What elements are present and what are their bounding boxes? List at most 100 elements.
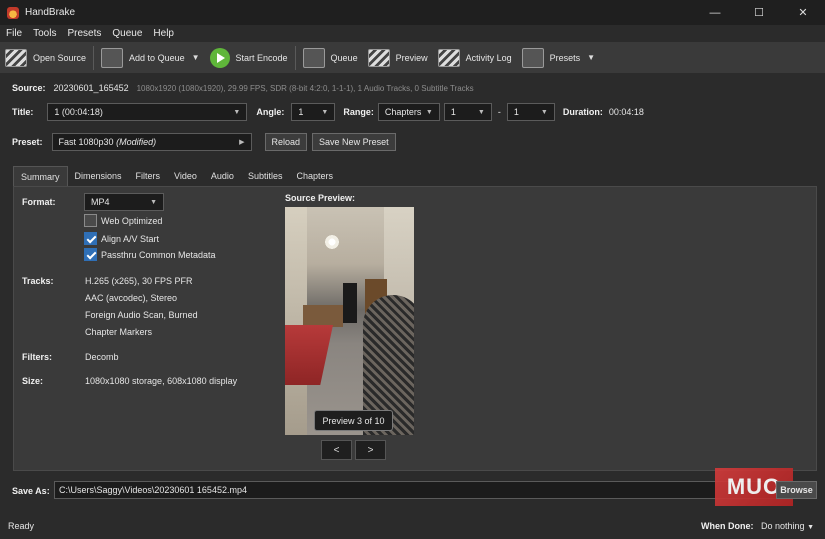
- tab-bar: Summary Dimensions Filters Video Audio S…: [13, 166, 340, 186]
- close-icon[interactable]: ✕: [781, 0, 825, 25]
- size-label: Size:: [22, 376, 44, 386]
- play-icon: [209, 47, 230, 68]
- track-audio: AAC (avcodec), Stereo: [85, 293, 178, 303]
- chevron-down-icon: ▼: [425, 108, 433, 116]
- preset-select-value: Fast 1080p30 (Modified): [59, 137, 157, 147]
- window-controls: — ☐ ✕: [693, 0, 825, 25]
- preview-button[interactable]: Preview: [363, 42, 433, 73]
- range-start-select[interactable]: 1 ▼: [443, 103, 492, 121]
- status-bar: Ready When Done: Do nothing ▼: [0, 513, 825, 539]
- menu-presets[interactable]: Presets: [67, 28, 101, 39]
- when-done-label: When Done:: [701, 521, 754, 531]
- passthru-metadata-checkbox[interactable]: Passthru Common Metadata: [84, 248, 216, 261]
- queue-icon: [302, 47, 325, 68]
- tab-audio[interactable]: Audio: [204, 166, 241, 186]
- preview-film-icon: [367, 48, 390, 67]
- preset-modified: (Modified): [116, 137, 157, 147]
- save-new-preset-button[interactable]: Save New Preset: [312, 133, 396, 151]
- range-mode-select[interactable]: Chapters ▼: [377, 103, 440, 121]
- duration-label: Duration:: [562, 107, 603, 117]
- preset-label: Preset:: [12, 137, 43, 147]
- next-preview-button[interactable]: >: [355, 440, 386, 460]
- align-av-checkbox[interactable]: Align A/V Start: [84, 232, 159, 245]
- chevron-down-icon[interactable]: ▼: [192, 53, 200, 62]
- passthru-metadata-label: Passthru Common Metadata: [101, 249, 216, 260]
- duration-value: 00:04:18: [608, 107, 644, 117]
- menu-help[interactable]: Help: [153, 28, 174, 39]
- activity-log-button[interactable]: Activity Log: [433, 42, 517, 73]
- reload-button[interactable]: Reload: [264, 133, 308, 151]
- preset-select[interactable]: Fast 1080p30 (Modified) ▶: [51, 133, 252, 151]
- format-label: Format:: [22, 197, 56, 207]
- source-info: 1080x1920 (1080x1920), 29.99 FPS, SDR (8…: [136, 83, 474, 93]
- browse-button[interactable]: Browse: [776, 481, 817, 499]
- tab-summary[interactable]: Summary: [13, 166, 68, 186]
- source-name: 20230601_165452: [53, 83, 129, 93]
- open-source-button[interactable]: Open Source: [0, 42, 91, 73]
- tab-filters[interactable]: Filters: [129, 166, 168, 186]
- menu-queue[interactable]: Queue: [112, 28, 142, 39]
- save-path-input[interactable]: C:\Users\Saggy\Videos\20230601 165452.mp…: [54, 481, 780, 499]
- range-end-select[interactable]: 1 ▼: [506, 103, 555, 121]
- range-end-value: 1: [513, 107, 519, 117]
- chevron-right-icon: ▶: [239, 139, 245, 146]
- maximize-icon[interactable]: ☐: [737, 0, 781, 25]
- checkbox-checked-icon: [84, 248, 97, 261]
- preview-label: Preview: [395, 52, 428, 63]
- tab-subtitles[interactable]: Subtitles: [241, 166, 290, 186]
- queue-button[interactable]: Queue: [298, 42, 363, 73]
- open-source-label: Open Source: [33, 52, 87, 63]
- tab-chapters[interactable]: Chapters: [289, 166, 340, 186]
- format-select-value: MP4: [91, 197, 110, 207]
- range-mode-value: Chapters: [384, 107, 422, 117]
- web-optimized-checkbox[interactable]: Web Optimized: [84, 214, 162, 227]
- presets-button[interactable]: Presets ▼: [517, 42, 600, 73]
- title-select-value: 1 (00:04:18): [54, 107, 103, 117]
- handbrake-logo-icon: [7, 6, 19, 19]
- tab-video[interactable]: Video: [167, 166, 204, 186]
- size-value: 1080x1080 storage, 608x1080 display: [85, 376, 238, 386]
- source-row: Source: 20230601_165452 1080x1920 (1080x…: [12, 83, 474, 93]
- tab-dimensions[interactable]: Dimensions: [68, 166, 129, 186]
- preview-badge: Preview 3 of 10: [314, 410, 393, 431]
- tracks-label: Tracks:: [22, 276, 54, 286]
- angle-select[interactable]: 1 ▼: [291, 103, 336, 121]
- queue-label: Queue: [330, 52, 358, 63]
- chevron-down-icon: ▼: [587, 53, 596, 62]
- range-dash: -: [497, 107, 501, 117]
- title-label: Title:: [12, 107, 34, 117]
- minimize-icon[interactable]: —: [693, 0, 737, 25]
- align-av-label: Align A/V Start: [101, 233, 160, 244]
- title-select[interactable]: 1 (00:04:18) ▼: [47, 103, 248, 121]
- track-subtitle: Foreign Audio Scan, Burned: [85, 310, 198, 320]
- angle-select-value: 1: [298, 107, 304, 117]
- menu-file[interactable]: File: [6, 28, 22, 39]
- range-start-value: 1: [450, 107, 456, 117]
- preset-row: Preset: Fast 1080p30 (Modified) ▶ Reload…: [12, 133, 396, 151]
- menu-bar: File Tools Presets Queue Help: [0, 25, 825, 42]
- when-done-select[interactable]: Do nothing ▼: [761, 521, 814, 531]
- presets-label: Presets: [549, 52, 581, 63]
- source-preview-image: [285, 207, 414, 435]
- activity-log-icon: [437, 48, 460, 67]
- when-done-value: Do nothing: [761, 521, 805, 531]
- format-select[interactable]: MP4 ▼: [84, 193, 164, 211]
- add-to-queue-button[interactable]: Add to Queue ▼: [96, 42, 204, 73]
- preset-name: Fast 1080p30: [58, 137, 114, 147]
- track-chapters: Chapter Markers: [85, 327, 153, 337]
- toolbar-divider: [93, 45, 95, 70]
- checkbox-unchecked-icon: [84, 214, 97, 227]
- menu-tools[interactable]: Tools: [33, 28, 56, 39]
- activity-log-label: Activity Log: [465, 52, 512, 63]
- source-label: Source:: [12, 83, 46, 93]
- add-to-queue-label: Add to Queue: [129, 52, 185, 63]
- previous-preview-button[interactable]: <: [321, 440, 352, 460]
- clapperboard-icon: [5, 48, 27, 67]
- source-preview-label: Source Preview:: [285, 193, 356, 203]
- range-label: Range:: [343, 107, 374, 117]
- track-video: H.265 (x265), 30 FPS PFR: [85, 276, 193, 286]
- chevron-down-icon: ▼: [321, 108, 329, 116]
- chevron-down-icon: ▼: [540, 108, 548, 116]
- chevron-down-icon: ▼: [233, 108, 241, 116]
- start-encode-button[interactable]: Start Encode: [205, 42, 293, 73]
